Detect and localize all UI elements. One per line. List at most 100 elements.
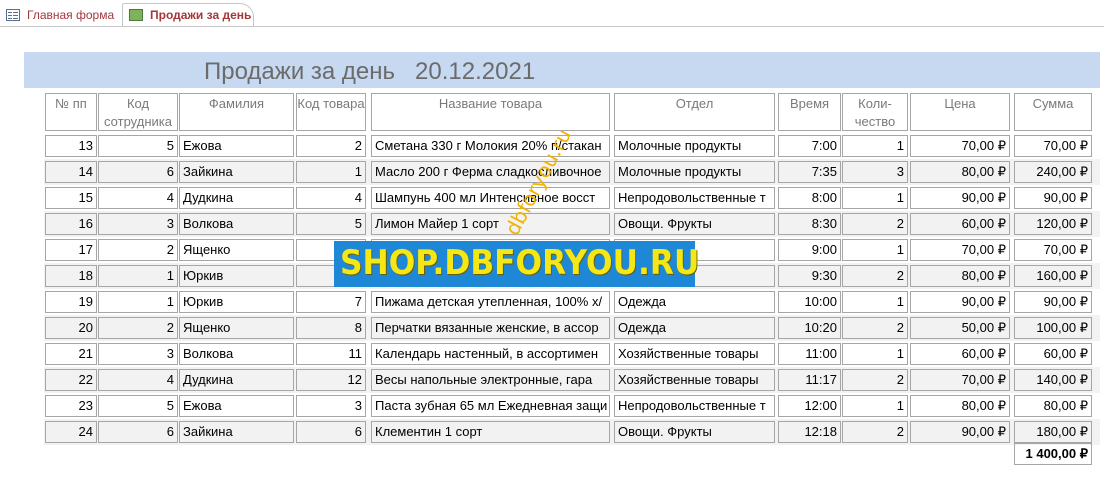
cell-col-quantity: 1 xyxy=(842,187,908,209)
cell-col-department: Хозяйственные товары xyxy=(614,369,775,391)
header-col-product-name: Название товара xyxy=(371,93,610,131)
tab-label: Продажи за день xyxy=(150,8,252,22)
cell-col-surname: Ященко xyxy=(179,317,294,339)
cell-col-sum: 140,00 ₽ xyxy=(1014,369,1092,391)
cell-col-surname: Зайкина xyxy=(179,161,294,183)
cell-col-product-code: 7 xyxy=(296,291,366,313)
cell-col-price: 70,00 ₽ xyxy=(910,369,1010,391)
cell-col-employee-code: 3 xyxy=(98,343,178,365)
cell-col-sum: 120,00 ₽ xyxy=(1014,213,1092,235)
cell-col-department: Молочные продукты xyxy=(614,161,775,183)
cell-col-product-name: Паста зубная 65 мл Ежедневная защи xyxy=(371,395,610,417)
report-date: 20.12.2021 xyxy=(415,58,536,85)
cell-col-employee-code: 4 xyxy=(98,369,178,391)
cell-col-time: 12:00 xyxy=(778,395,841,417)
cell-col-time: 12:18 xyxy=(778,421,841,443)
cell-col-quantity: 2 xyxy=(842,369,908,391)
cell-col-product-name: Лимон Майер 1 сорт xyxy=(371,213,610,235)
cell-col-product-name: Масло 200 г Ферма сладкосливочное xyxy=(371,161,610,183)
header-col-time: Время xyxy=(778,93,841,131)
cell-col-product-code: 8 xyxy=(296,317,366,339)
cell-col-sum: 100,00 ₽ xyxy=(1014,317,1092,339)
cell-col-time: 7:00 xyxy=(778,135,841,157)
cell-col-product-code: 6 xyxy=(296,421,366,443)
cell-col-sum: 70,00 ₽ xyxy=(1014,239,1092,261)
cell-col-employee-code: 2 xyxy=(98,239,178,261)
cell-col-price: 90,00 ₽ xyxy=(910,291,1010,313)
cell-col-employee-code: 6 xyxy=(98,161,178,183)
cell-col-surname: Юркив xyxy=(179,265,294,287)
cell-col-product-code: 2 xyxy=(296,135,366,157)
cell-col-product-code: 1 xyxy=(296,161,366,183)
cell-col-quantity: 3 xyxy=(842,161,908,183)
cell-col-surname: Волкова xyxy=(179,343,294,365)
cell-col-price: 90,00 ₽ xyxy=(910,421,1010,443)
cell-col-department: Хозяйственные товары xyxy=(614,343,775,365)
report-title-band xyxy=(24,52,1100,88)
header-col-surname: Фамилия xyxy=(179,93,294,131)
report-title-text: Продажи за день xyxy=(204,58,396,85)
cell-col-number: 15 xyxy=(45,187,97,209)
cell-col-department: Непродовольственные т xyxy=(614,395,775,417)
report-title: Продажи за день 20.12.2021 xyxy=(204,58,535,86)
header-col-employee-code: Код сотрудника xyxy=(98,93,178,131)
cell-col-price: 70,00 ₽ xyxy=(910,239,1010,261)
cell-col-product-name: Календарь настенный, в ассортимен xyxy=(371,343,610,365)
cell-col-price: 80,00 ₽ xyxy=(910,265,1010,287)
cell-col-department: Овощи. Фрукты xyxy=(614,213,775,235)
cell-col-product-name: Шампунь 400 мл Интенсивное восст xyxy=(371,187,610,209)
header-col-department: Отдел xyxy=(614,93,775,131)
tab-divider xyxy=(0,26,1104,27)
cell-col-number: 24 xyxy=(45,421,97,443)
header-col-price: Цена xyxy=(910,93,1010,131)
cell-col-quantity: 1 xyxy=(842,135,908,157)
tab-daily-sales[interactable]: Продажи за день xyxy=(122,3,254,27)
cell-col-price: 60,00 ₽ xyxy=(910,213,1010,235)
cell-col-time: 8:00 xyxy=(778,187,841,209)
grand-total: 1 400,00 ₽ xyxy=(1014,443,1092,465)
cell-col-employee-code: 5 xyxy=(98,395,178,417)
cell-col-employee-code: 2 xyxy=(98,317,178,339)
cell-col-product-code: 12 xyxy=(296,369,366,391)
cell-col-employee-code: 5 xyxy=(98,135,178,157)
cell-col-employee-code: 6 xyxy=(98,421,178,443)
cell-col-surname: Зайкина xyxy=(179,421,294,443)
cell-col-product-name: Клементин 1 сорт xyxy=(371,421,610,443)
cell-col-number: 17 xyxy=(45,239,97,261)
cell-col-surname: Ежова xyxy=(179,395,294,417)
cell-col-time: 10:00 xyxy=(778,291,841,313)
cell-col-sum: 90,00 ₽ xyxy=(1014,291,1092,313)
cell-col-number: 16 xyxy=(45,213,97,235)
tab-main-form[interactable]: Главная форма xyxy=(0,3,122,26)
cell-col-time: 9:30 xyxy=(778,265,841,287)
cell-col-number: 13 xyxy=(45,135,97,157)
cell-col-price: 50,00 ₽ xyxy=(910,317,1010,339)
cell-col-product-code: 3 xyxy=(296,395,366,417)
cell-col-surname: Волкова xyxy=(179,213,294,235)
cell-col-quantity: 1 xyxy=(842,395,908,417)
header-col-product-code: Код товара xyxy=(296,93,366,131)
cell-col-price: 80,00 ₽ xyxy=(910,395,1010,417)
cell-col-number: 20 xyxy=(45,317,97,339)
cell-col-quantity: 1 xyxy=(842,291,908,313)
cell-col-time: 7:35 xyxy=(778,161,841,183)
cell-col-employee-code: 1 xyxy=(98,265,178,287)
cell-col-quantity: 1 xyxy=(842,239,908,261)
cell-col-quantity: 2 xyxy=(842,213,908,235)
header-col-quantity: Коли-чество xyxy=(842,93,908,131)
cell-col-department: Одежда xyxy=(614,291,775,313)
cell-col-surname: Ященко xyxy=(179,239,294,261)
cell-col-quantity: 1 xyxy=(842,343,908,365)
cell-col-time: 9:00 xyxy=(778,239,841,261)
cell-col-product-code: 11 xyxy=(296,343,366,365)
cell-col-sum: 70,00 ₽ xyxy=(1014,135,1092,157)
cell-col-product-code: 5 xyxy=(296,213,366,235)
cell-col-sum: 80,00 ₽ xyxy=(1014,395,1092,417)
cell-col-time: 8:30 xyxy=(778,213,841,235)
cell-col-employee-code: 4 xyxy=(98,187,178,209)
report-icon xyxy=(129,9,143,21)
cell-col-sum: 160,00 ₽ xyxy=(1014,265,1092,287)
cell-col-department: Молочные продукты xyxy=(614,135,775,157)
cell-col-department: Овощи. Фрукты xyxy=(614,421,775,443)
cell-col-surname: Дудкина xyxy=(179,187,294,209)
